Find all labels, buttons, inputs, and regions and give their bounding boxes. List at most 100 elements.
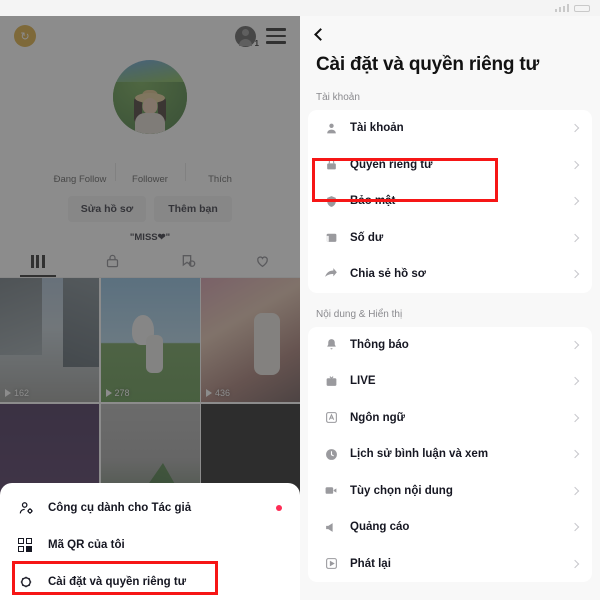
play-icon	[5, 389, 11, 397]
coin-icon[interactable]: ↻	[14, 25, 36, 47]
sheet-item-my-qr-code[interactable]: Mã QR của tôi	[0, 526, 300, 563]
profile-badge-count: 1	[254, 38, 259, 48]
settings-row-label: Bảo mật	[350, 195, 396, 208]
tab-repost[interactable]	[150, 245, 225, 277]
settings-row-label: Lịch sử bình luận và xem	[350, 448, 489, 461]
settings-row-content-preferences[interactable]: Tùy chọn nội dung	[308, 473, 592, 510]
heart-icon	[257, 256, 268, 268]
settings-row-label: Số dư	[350, 231, 384, 244]
settings-card-content-display: Thông báo LIVE Ngôn ngữ Lịch sử bình luậ…	[308, 326, 592, 583]
chevron-right-icon	[570, 413, 580, 422]
section-label-content-display: Nội dung & Hiển thị	[316, 308, 403, 320]
language-icon	[322, 411, 340, 424]
profile-tabs	[0, 245, 300, 278]
qr-code-icon	[18, 537, 40, 552]
signal-icon	[554, 4, 569, 12]
video-thumbnail[interactable]: 278	[100, 278, 200, 402]
settings-row-label: Phát lại	[350, 557, 391, 570]
gear-icon	[18, 574, 40, 590]
chevron-right-icon	[570, 233, 580, 242]
sheet-item-settings-and-privacy[interactable]: Cài đặt và quyền riêng tư	[0, 563, 300, 600]
tab-liked[interactable]	[225, 245, 300, 277]
share-icon	[322, 267, 340, 281]
lock-icon	[322, 158, 340, 171]
settings-panel: Cài đặt và quyền riêng tư Tài khoản Tài …	[300, 0, 600, 600]
chevron-right-icon	[570, 340, 580, 349]
stat-following[interactable]: Đang Follow	[45, 161, 115, 185]
view-count: 162	[5, 388, 29, 398]
video-thumbnail[interactable]: 436	[201, 278, 300, 402]
battery-icon	[574, 4, 590, 12]
shield-icon	[322, 195, 340, 208]
back-button[interactable]	[300, 16, 600, 44]
profile-header: ↻ 1 Đang Follow Follower Thích Sửa hồ sơ…	[0, 16, 300, 245]
chevron-right-icon	[570, 450, 580, 459]
chevron-right-icon	[570, 377, 580, 386]
username-redacted	[75, 29, 196, 43]
settings-row-label: Tùy chọn nội dung	[350, 484, 453, 497]
section-label-account: Tài khoản	[316, 92, 360, 103]
sheet-item-label: Công cụ dành cho Tác giả	[48, 501, 192, 514]
settings-row-label: Quyền riêng tư	[350, 158, 433, 171]
avatar[interactable]	[113, 60, 187, 134]
settings-card-account: Tài khoản Quyền riêng tư Bảo mật Số dư C…	[308, 110, 592, 293]
app-screen: ↻ 1 Đang Follow Follower Thích Sửa hồ sơ…	[0, 0, 600, 600]
settings-row-notifications[interactable]: Thông báo	[308, 327, 592, 364]
handle-redacted	[95, 140, 205, 153]
settings-row-live[interactable]: LIVE	[308, 363, 592, 400]
stat-followers[interactable]: Follower	[115, 161, 185, 185]
profile-top-bar: ↻ 1	[0, 16, 300, 56]
chevron-right-icon	[570, 160, 580, 169]
settings-row-share-profile[interactable]: Chia sẻ hồ sơ	[308, 256, 592, 293]
stat-label: Thích	[208, 174, 232, 185]
chevron-right-icon	[570, 486, 580, 495]
tab-private[interactable]	[75, 245, 150, 277]
video-thumbnail[interactable]: 162	[0, 278, 99, 402]
settings-row-language[interactable]: Ngôn ngữ	[308, 400, 592, 437]
sheet-item-label: Mã QR của tôi	[48, 538, 125, 551]
view-count-value: 278	[114, 388, 130, 398]
play-icon	[105, 389, 112, 397]
view-count-value: 162	[14, 388, 30, 398]
profile-bio: "MISS❤"	[129, 232, 171, 243]
settings-row-comment-watch-history[interactable]: Lịch sử bình luận và xem	[308, 436, 592, 473]
notification-dot	[276, 504, 282, 511]
chevron-right-icon	[570, 270, 580, 279]
stat-label: Đang Follow	[53, 174, 107, 185]
settings-row-label: Ngôn ngữ	[350, 411, 405, 424]
right-status-bar	[300, 0, 600, 16]
profile-actions: Sửa hồ sơ Thêm bạn	[0, 196, 300, 222]
stat-label: Follower	[132, 174, 168, 185]
settings-row-label: LIVE	[350, 375, 376, 388]
creator-tools-icon	[18, 500, 40, 516]
hamburger-icon[interactable]	[266, 28, 286, 44]
wallet-icon	[322, 231, 340, 244]
settings-row-account[interactable]: Tài khoản	[308, 110, 592, 147]
settings-row-ads[interactable]: Quảng cáo	[308, 509, 592, 546]
clock-icon	[322, 448, 340, 461]
stat-likes[interactable]: Thích	[185, 161, 255, 185]
settings-row-security[interactable]: Bảo mật	[308, 183, 592, 220]
bell-icon	[322, 338, 340, 351]
view-count: 436	[206, 388, 230, 398]
live-icon	[322, 375, 340, 388]
sheet-item-creator-tools[interactable]: Công cụ dành cho Tác giả	[0, 489, 300, 526]
chevron-right-icon	[570, 559, 580, 568]
lock-icon	[106, 254, 119, 268]
profile-switch-icon[interactable]: 1	[235, 25, 259, 48]
settings-row-playback[interactable]: Phát lại	[308, 546, 592, 583]
chevron-right-icon	[570, 197, 580, 206]
megaphone-icon	[322, 521, 340, 534]
profile-panel: ↻ 1 Đang Follow Follower Thích Sửa hồ sơ…	[0, 0, 300, 600]
edit-profile-button[interactable]: Sửa hồ sơ	[68, 196, 146, 222]
grid-icon	[30, 254, 45, 268]
back-chevron-icon	[314, 28, 327, 41]
chevron-right-icon	[570, 124, 580, 133]
settings-row-balance[interactable]: Số dư	[308, 220, 592, 257]
page-title: Cài đặt và quyền riêng tư	[316, 54, 540, 75]
view-count-value: 436	[215, 388, 231, 398]
tab-videos[interactable]	[0, 245, 75, 277]
settings-row-privacy[interactable]: Quyền riêng tư	[308, 147, 592, 184]
play-icon	[206, 389, 212, 397]
add-friend-button[interactable]: Thêm bạn	[154, 196, 232, 222]
